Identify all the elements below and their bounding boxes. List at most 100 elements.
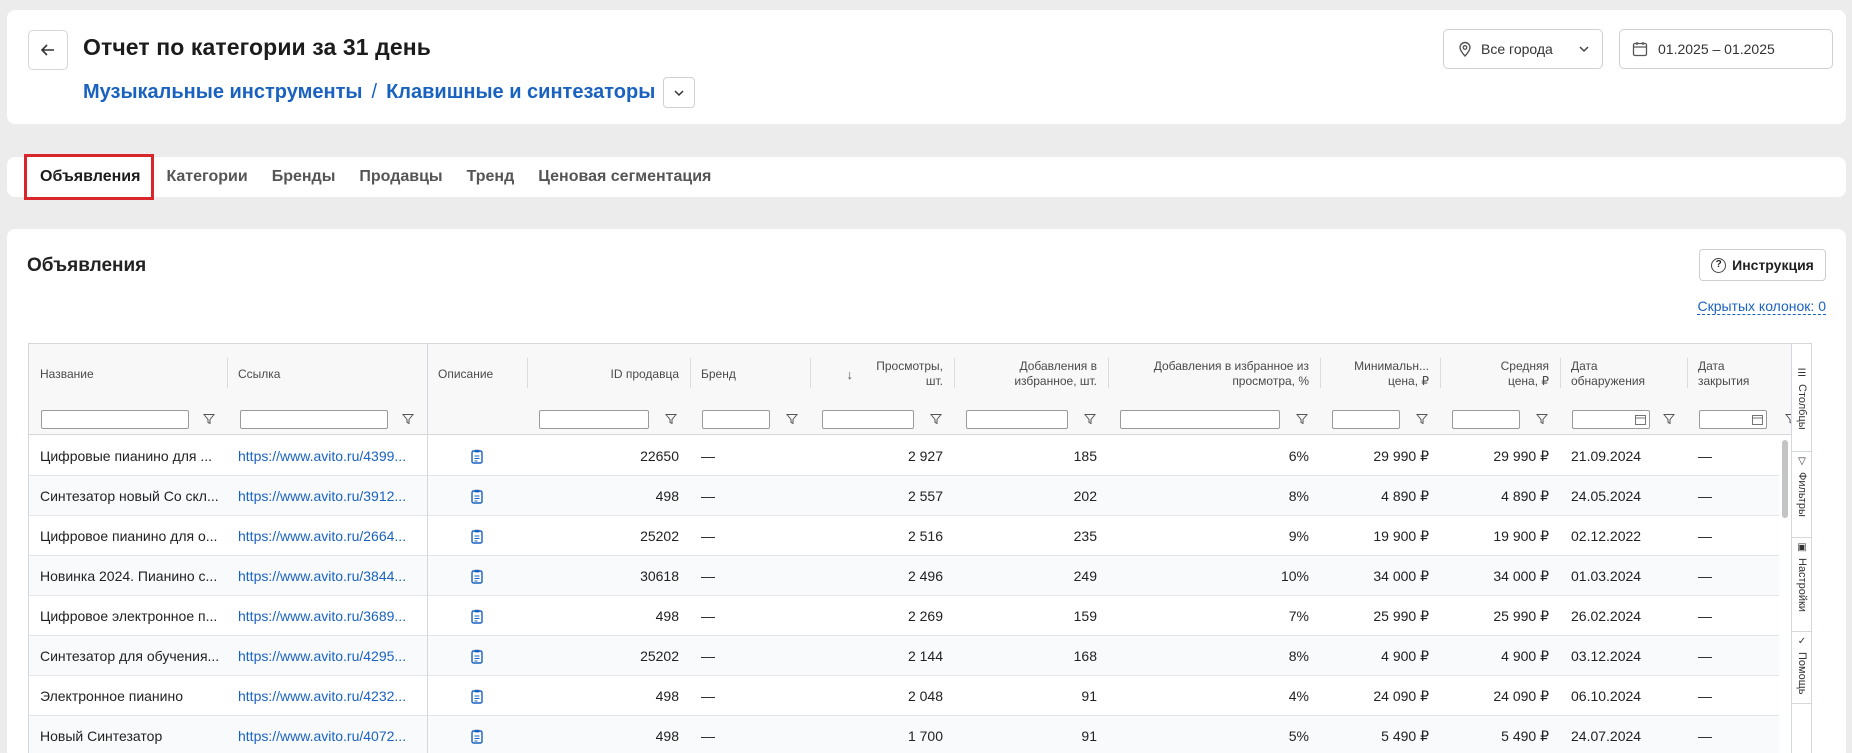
column-header-favorites[interactable]: Добавления в избранное, шт.	[954, 344, 1108, 404]
breadcrumb-item-subcategory[interactable]: Клавишные и синтезаторы	[386, 81, 655, 104]
clipboard-icon[interactable]	[471, 609, 483, 624]
side-tab-columns[interactable]: ☰ Столбцы	[1792, 364, 1811, 452]
clipboard-icon[interactable]	[471, 689, 483, 704]
filter-icon[interactable]	[203, 413, 215, 425]
breadcrumb-item-category[interactable]: Музыкальные инструменты	[83, 81, 363, 104]
cell-link[interactable]: https://www.avito.ru/4399...	[227, 436, 427, 476]
filter-min-price-input[interactable]	[1332, 409, 1400, 429]
filter-icon[interactable]	[402, 413, 414, 425]
filter-views-input[interactable]	[822, 409, 914, 429]
column-header-views[interactable]: ↓ Просмотры, шт.	[810, 344, 954, 404]
column-header-seller-id[interactable]: ID продавца	[527, 344, 690, 404]
hidden-columns-link[interactable]: Скрытых колонок: 0	[1697, 299, 1826, 315]
filter-avg-price-input[interactable]	[1452, 409, 1520, 429]
cell-avg-price: 4 900 ₽	[1501, 647, 1549, 664]
side-tab-help[interactable]: ✓ Помощь	[1792, 632, 1811, 704]
filter-icon[interactable]	[665, 413, 677, 425]
table-row[interactable]: Электронное пианино https://www.avito.ru/…	[29, 676, 1811, 716]
filter-favorites-input[interactable]	[966, 409, 1068, 429]
filter-close-date-input[interactable]	[1699, 409, 1767, 429]
cell-description[interactable]	[427, 676, 527, 716]
cell-seller-id: 498	[655, 688, 679, 704]
column-header-min-price[interactable]: Минимальн... цена, ₽	[1320, 344, 1440, 404]
cell-favorites-rate: 5%	[1288, 728, 1309, 744]
tab-price-segmentation[interactable]: Ценовая сегментация	[526, 157, 723, 197]
column-header-link[interactable]: Ссылка	[227, 344, 427, 404]
tab-categories[interactable]: Категории	[154, 157, 259, 197]
filter-icon[interactable]	[1663, 413, 1675, 425]
cell-link[interactable]: https://www.avito.ru/4295...	[227, 636, 427, 676]
filter-brand-input[interactable]	[702, 409, 770, 429]
tab-listings[interactable]: Объявления	[24, 154, 155, 200]
column-header-found-date[interactable]: Дата обнаружения	[1560, 344, 1687, 404]
cell-favorites-rate: 8%	[1288, 648, 1309, 664]
cell-description[interactable]	[427, 636, 527, 676]
filter-icon[interactable]	[930, 413, 942, 425]
side-tool-panel: ☰ Столбцы ▽ Фильтры ▣ Настройки ✓ Помощь	[1791, 344, 1811, 753]
table-row[interactable]: Цифровое пианино для о... https://www.avi…	[29, 516, 1811, 556]
question-icon: ?	[1711, 257, 1727, 273]
clipboard-icon[interactable]	[471, 729, 483, 744]
column-header-close-date[interactable]: Дата закрытия	[1687, 344, 1797, 404]
tab-trend[interactable]: Тренд	[455, 157, 527, 197]
tab-sellers[interactable]: Продавцы	[347, 157, 454, 197]
filter-icon[interactable]	[1536, 413, 1548, 425]
clipboard-icon[interactable]	[471, 489, 483, 504]
table-row[interactable]: Цифровые пианино для ... https://www.avit…	[29, 436, 1811, 476]
filter-favorites-rate-input[interactable]	[1120, 409, 1280, 429]
cell-link[interactable]: https://www.avito.ru/3912...	[227, 476, 427, 516]
cell-link[interactable]: https://www.avito.ru/2664...	[227, 516, 427, 556]
table-row[interactable]: Синтезатор новый Со скл... https://www.av…	[29, 476, 1811, 516]
cell-description[interactable]	[427, 716, 527, 753]
cell-description[interactable]	[427, 476, 527, 516]
cell-found-date: 21.09.2024	[1571, 448, 1642, 464]
column-header-avg-price[interactable]: Средняя цена, ₽	[1440, 344, 1560, 404]
table-row[interactable]: Новинка 2024. Пианино с... https://www.av…	[29, 556, 1811, 596]
cell-description[interactable]	[427, 436, 527, 476]
filter-icon[interactable]	[1296, 413, 1308, 425]
clipboard-icon[interactable]	[471, 649, 483, 664]
city-select[interactable]: Все города	[1443, 29, 1603, 69]
column-header-name[interactable]: Название	[29, 344, 227, 404]
cell-description[interactable]	[427, 516, 527, 556]
table-row[interactable]: Новый Синтезатор https://www.avito.ru/407…	[29, 716, 1811, 753]
cell-avg-price: 19 900 ₽	[1493, 527, 1549, 544]
cell-avg-price: 34 000 ₽	[1493, 567, 1549, 584]
side-tab-filters[interactable]: ▽ Фильтры	[1792, 452, 1811, 538]
column-header-favorites-rate[interactable]: Добавления в избранное из просмотра, %	[1108, 344, 1320, 404]
cell-description[interactable]	[427, 556, 527, 596]
cell-link[interactable]: https://www.avito.ru/3689...	[227, 596, 427, 636]
filter-icon[interactable]	[786, 413, 798, 425]
scrollbar-thumb[interactable]	[1782, 440, 1788, 518]
filter-link-input[interactable]	[240, 409, 388, 429]
cell-min-price: 29 990 ₽	[1373, 447, 1429, 464]
date-range-picker[interactable]: 01.2025 – 01.2025	[1619, 29, 1833, 69]
tab-brands[interactable]: Бренды	[260, 157, 348, 197]
cell-link[interactable]: https://www.avito.ru/4232...	[227, 676, 427, 716]
filter-favorites	[966, 406, 1068, 432]
side-tab-settings[interactable]: ▣ Настройки	[1792, 538, 1811, 632]
clipboard-icon[interactable]	[471, 449, 483, 464]
clipboard-icon[interactable]	[471, 529, 483, 544]
cell-seller-id: 498	[655, 608, 679, 624]
filter-found-date-input[interactable]	[1572, 409, 1650, 429]
category-dropdown-button[interactable]	[663, 77, 696, 108]
table-row[interactable]: Цифровое электронное п... https://www.avi…	[29, 596, 1811, 636]
column-header-brand[interactable]: Бренд	[690, 344, 810, 404]
cell-link[interactable]: https://www.avito.ru/4072...	[227, 716, 427, 753]
filter-seller-id-input[interactable]	[539, 409, 649, 429]
filter-brand	[702, 406, 770, 432]
filter-icon[interactable]	[1084, 413, 1096, 425]
table-scrollbar[interactable]	[1779, 436, 1791, 753]
filter-name-input[interactable]	[41, 409, 189, 429]
back-button[interactable]	[28, 30, 68, 70]
table-row[interactable]: Синтезатор для обучения... https://www.av…	[29, 636, 1811, 676]
cell-link[interactable]: https://www.avito.ru/3844...	[227, 556, 427, 596]
chevron-down-icon	[674, 89, 684, 96]
table-header: Название Ссылка Описание ID продавца Бре…	[29, 344, 1811, 435]
clipboard-icon[interactable]	[471, 569, 483, 584]
column-header-description[interactable]: Описание	[427, 344, 527, 404]
instruction-button[interactable]: ? Инструкция	[1699, 249, 1826, 281]
cell-description[interactable]	[427, 596, 527, 636]
filter-icon[interactable]	[1416, 413, 1428, 425]
